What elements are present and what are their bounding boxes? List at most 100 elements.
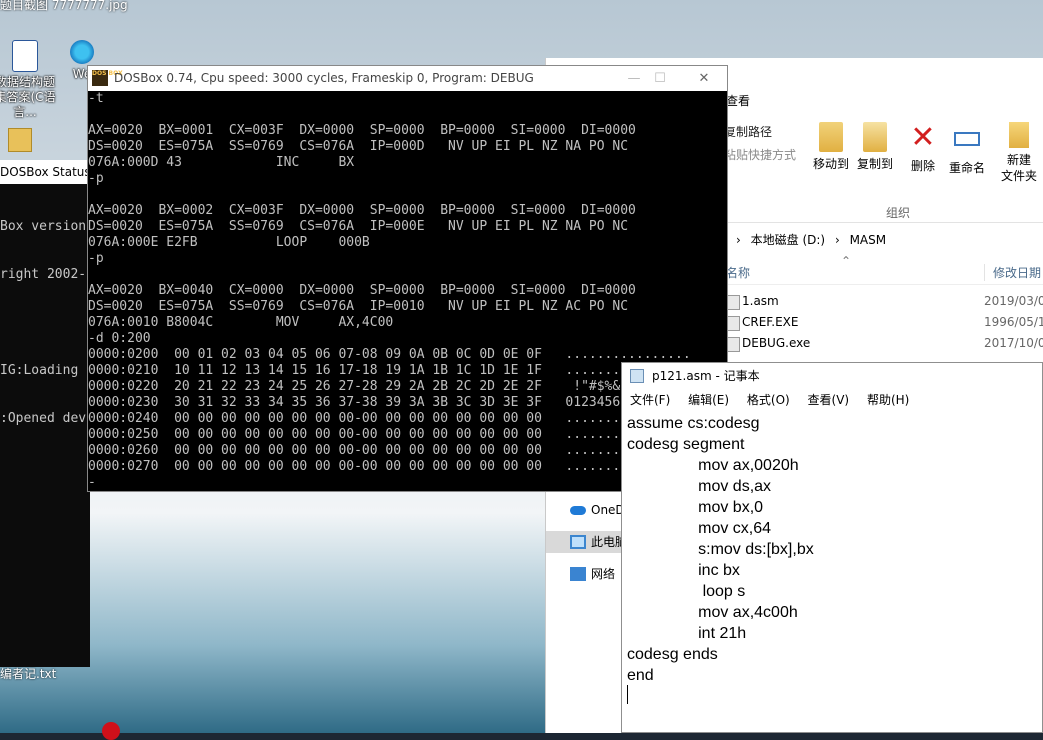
new-folder-label: 新建 文件夹 (1000, 153, 1037, 183)
new-folder-button[interactable]: 新建 文件夹 (996, 122, 1042, 184)
copy-folder-icon (863, 122, 887, 152)
dosbox-logo-icon: DOS BOX (92, 70, 123, 86)
delete-x-icon: ✕ (910, 120, 936, 155)
exe-icon (726, 337, 740, 352)
code-line: loop s (627, 583, 746, 600)
dosbox-title-bar[interactable]: DOS BOX DOSBox 0.74, Cpu speed: 3000 cyc… (88, 66, 727, 91)
notepad-title-bar[interactable]: p121.asm - 记事本 (622, 363, 1042, 389)
breadcrumb-item[interactable]: MASM (850, 233, 887, 247)
group-organize-label: 组织 (886, 206, 911, 220)
file-date: 2019/03/0 (984, 294, 1043, 308)
notepad-icon (630, 369, 644, 383)
console-line: IG:Loading (0, 363, 79, 378)
file-name: DEBUG.exe (742, 336, 811, 350)
rename-icon (954, 132, 980, 146)
desktop-file-label[interactable]: 题目截图 7777777.jpg (0, 0, 128, 13)
file-name: 1.asm (742, 294, 779, 308)
console-line: right 2002- (0, 267, 87, 282)
code-line: mov cx,64 (627, 520, 772, 537)
status-window-title[interactable]: DOSBox Status (0, 160, 90, 184)
code-line: mov bx,0 (627, 499, 764, 516)
desktop-icon-label: 数据结构题集答案(C语言... (0, 75, 56, 119)
console-line: 0000:0200 00 01 02 03 04 05 06 07-08 09 … (88, 347, 691, 362)
console-line: DS=0020 ES=075A SS=0769 CS=076A IP=000E … (88, 219, 629, 234)
console-line: -p (88, 251, 104, 266)
copy-to-button[interactable]: 复制到 (852, 122, 898, 172)
console-line: Box version (0, 219, 87, 234)
code-line: end (627, 667, 654, 684)
file-row[interactable]: 1.asm 2019/03/0 (726, 291, 1043, 312)
notepad-window[interactable]: p121.asm - 记事本 文件(F) 编辑(E) 格式(O) 查看(V) 帮… (621, 362, 1043, 733)
rename-button[interactable]: 重命名 (944, 122, 990, 176)
menu-help[interactable]: 帮助(H) (867, 390, 909, 410)
window-title: p121.asm - 记事本 (652, 369, 760, 383)
notepad-text-area[interactable]: assume cs:codesg codesg segment mov ax,00… (627, 413, 1037, 731)
move-to-label: 移动到 (812, 157, 849, 171)
code-line: codesg ends (627, 646, 718, 663)
console-line: 076A:000D 43 INC BX (88, 155, 355, 170)
sort-up-icon: ⌃ (841, 254, 852, 268)
folder-icon[interactable] (8, 128, 32, 152)
nav-label: 网络 (591, 567, 616, 581)
code-line: s:mov ds:[bx],bx (627, 541, 814, 558)
console-line: DS=0020 ES=075A SS=0769 CS=076A IP=0010 … (88, 299, 629, 314)
text-caret (627, 685, 628, 704)
onedrive-icon (570, 506, 586, 515)
file-icon (726, 295, 740, 310)
menu-view[interactable]: 查看(V) (808, 390, 850, 410)
code-line: mov ax,0020h (627, 457, 799, 474)
nav-label: OneD (591, 503, 625, 517)
file-row[interactable]: CREF.EXE 1996/05/1 (726, 312, 1043, 333)
status-console: Box version right 2002- IG:Loading :Open… (0, 187, 90, 459)
file-date: 2017/10/0 (984, 336, 1043, 350)
desktop-file-label[interactable]: 编者记.txt (0, 665, 56, 682)
network-icon (570, 567, 586, 581)
copy-path-button[interactable]: 复制路径 (724, 123, 772, 140)
file-list-header: 名称 ⌃ 修改日期 (726, 254, 1043, 285)
code-line: codesg segment (627, 436, 745, 453)
file-row[interactable]: DEBUG.exe 2017/10/0 (726, 333, 1043, 354)
code-line: int 21h (627, 625, 747, 642)
column-date[interactable]: 修改日期 (984, 264, 1041, 281)
close-button[interactable]: ✕ (684, 66, 724, 91)
console-line: AX=0020 BX=0001 CX=003F DX=0000 SP=0000 … (88, 123, 636, 138)
copy-to-label: 复制到 (856, 157, 893, 171)
console-line: -d 0:200 (88, 331, 151, 346)
breadcrumb-item[interactable]: 本地磁盘 (D:) (751, 233, 825, 247)
this-pc-icon (570, 535, 586, 549)
file-name: CREF.EXE (742, 315, 799, 329)
move-folder-icon (819, 122, 843, 152)
menu-file[interactable]: 文件(F) (630, 390, 670, 410)
maximize-button[interactable]: ☐ (640, 66, 680, 91)
menu-edit[interactable]: 编辑(E) (688, 390, 729, 410)
delete-button[interactable]: ✕ 删除 (900, 122, 946, 174)
code-line: inc bx (627, 562, 740, 579)
desktop-icon-word-doc[interactable]: 数据结构题集答案(C语言... (0, 40, 60, 120)
delete-label: 删除 (910, 159, 935, 173)
console-line: DS=0020 ES=075A SS=0769 CS=076A IP=000D … (88, 139, 629, 154)
breadcrumb[interactable]: › 本地磁盘 (D:) › MASM (726, 229, 1043, 251)
dosbox-status-window[interactable]: DOSBox Status Box version right 2002- IG… (0, 160, 90, 667)
code-line: assume cs:codesg (627, 415, 760, 432)
rename-label: 重命名 (948, 161, 985, 175)
paste-shortcut-button[interactable]: 粘贴快捷方式 (724, 146, 796, 163)
chevron-right-icon: › (736, 233, 741, 247)
menu-format[interactable]: 格式(O) (747, 390, 790, 410)
red-pin-icon (102, 722, 120, 740)
tab-view[interactable]: 查看 (726, 92, 750, 109)
move-to-button[interactable]: 移动到 (808, 122, 854, 172)
file-date: 1996/05/1 (984, 315, 1043, 329)
column-name[interactable]: 名称 (726, 264, 750, 281)
window-title: DOSBox 0.74, Cpu speed: 3000 cycles, Fra… (114, 71, 534, 85)
console-line: 076A:0010 B8004C MOV AX,4C00 (88, 315, 394, 330)
console-line: 076A:000E E2FB LOOP 000B (88, 235, 370, 250)
console-line: -p (88, 171, 104, 186)
code-line: mov ds,ax (627, 478, 772, 495)
chevron-right-icon: › (834, 233, 840, 247)
code-line: mov ax,4c00h (627, 604, 798, 621)
console-line: AX=0020 BX=0040 CX=0000 DX=0000 SP=0000 … (88, 283, 636, 298)
